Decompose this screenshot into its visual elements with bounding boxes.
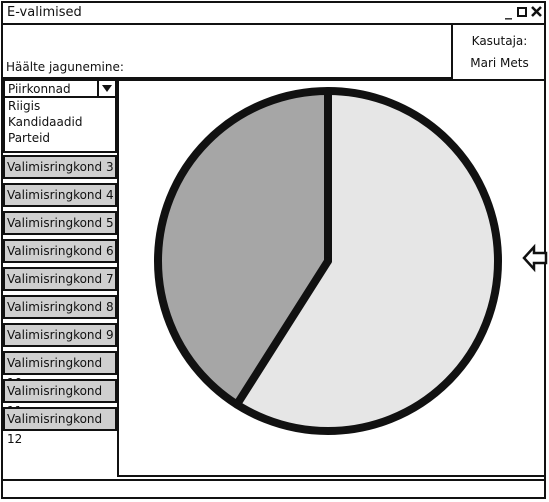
distribution-select[interactable]: Piirkonnad — [3, 79, 117, 98]
region-button[interactable]: Valimisringkond 10 — [3, 351, 117, 390]
distribution-select-value: Piirkonnad — [8, 82, 71, 96]
distribution-label: Häälte jagunemine: — [6, 60, 124, 74]
region-button[interactable]: Valimisringkond 6 — [3, 239, 117, 263]
vote-pie-chart — [154, 87, 502, 435]
minimize-icon[interactable]: _ — [502, 3, 515, 21]
user-panel: Kasutaja: Mari Mets — [451, 25, 546, 79]
region-button[interactable]: Valimisringkond 12 — [3, 407, 117, 446]
window-title: E-valimised — [7, 5, 82, 20]
region-button[interactable]: Valimisringkond 4 — [3, 183, 117, 207]
distribution-dropdown: Riigis Kandidaadid Parteid — [3, 98, 117, 153]
region-button[interactable]: Valimisringkond 5 — [3, 211, 117, 235]
maximize-icon[interactable] — [515, 3, 528, 22]
close-icon[interactable] — [530, 3, 543, 22]
dropdown-option-riigis[interactable]: Riigis — [8, 99, 40, 114]
title-bar: E-valimised _ — [3, 3, 544, 25]
region-button[interactable]: Valimisringkond 3 — [3, 155, 117, 179]
chevron-down-icon[interactable] — [97, 81, 115, 96]
region-button[interactable]: Valimisringkond 7 — [3, 267, 117, 291]
user-label: Kasutaja: — [471, 34, 528, 48]
left-arrow-icon[interactable] — [522, 243, 548, 273]
region-button[interactable]: Valimisringkond 11 — [3, 379, 117, 418]
dropdown-option-kandidaadid[interactable]: Kandidaadid — [8, 115, 82, 130]
region-button[interactable]: Valimisringkond 8 — [3, 295, 117, 319]
chart-panel — [117, 79, 546, 477]
dropdown-option-parteid[interactable]: Parteid — [8, 131, 50, 146]
region-button[interactable]: Valimisringkond 9 — [3, 323, 117, 347]
user-name: Mari Mets — [470, 56, 529, 70]
app-window: E-valimised _ Kasutaja: Mari Mets Häälte… — [1, 1, 548, 499]
status-bar — [3, 479, 546, 499]
